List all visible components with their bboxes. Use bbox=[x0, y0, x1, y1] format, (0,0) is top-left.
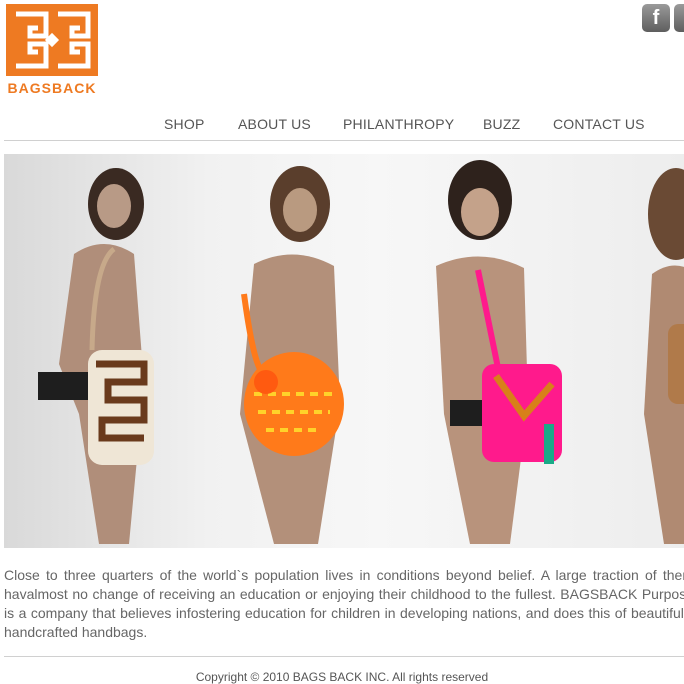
nav-item-shop[interactable]: SHOP bbox=[164, 116, 204, 132]
nav-item-contact-us[interactable]: CONTACT US bbox=[553, 116, 645, 132]
brand-name: BAGSBACK bbox=[7, 80, 97, 96]
social-links: f t bbox=[642, 4, 684, 32]
facebook-icon[interactable]: f bbox=[642, 4, 670, 32]
brand-logo[interactable]: BAGSBACK bbox=[4, 4, 100, 96]
twitter-icon[interactable]: t bbox=[674, 4, 684, 32]
model-figure-1 bbox=[38, 168, 154, 544]
model-figure-2 bbox=[240, 166, 344, 544]
nav-item-buzz[interactable]: BUZZ bbox=[483, 116, 520, 132]
nav-item-philanthropy[interactable]: PHILANTHROPY bbox=[343, 116, 454, 132]
model-figure-3 bbox=[436, 160, 562, 544]
footer-divider bbox=[4, 656, 684, 657]
logo-mark-icon bbox=[6, 4, 98, 76]
nav-item-about-us[interactable]: ABOUT US bbox=[238, 116, 311, 132]
nav-divider bbox=[4, 140, 684, 141]
intro-paragraph: Close to three quarters of the world`s p… bbox=[4, 567, 684, 640]
copyright-text: Copyright © 2010 BAGS BACK INC. All righ… bbox=[195, 670, 489, 684]
main-nav: SHOP ABOUT US PHILANTHROPY BUZZ CONTACT … bbox=[0, 112, 684, 138]
hero-image bbox=[4, 154, 684, 548]
model-figure-4 bbox=[644, 168, 684, 544]
